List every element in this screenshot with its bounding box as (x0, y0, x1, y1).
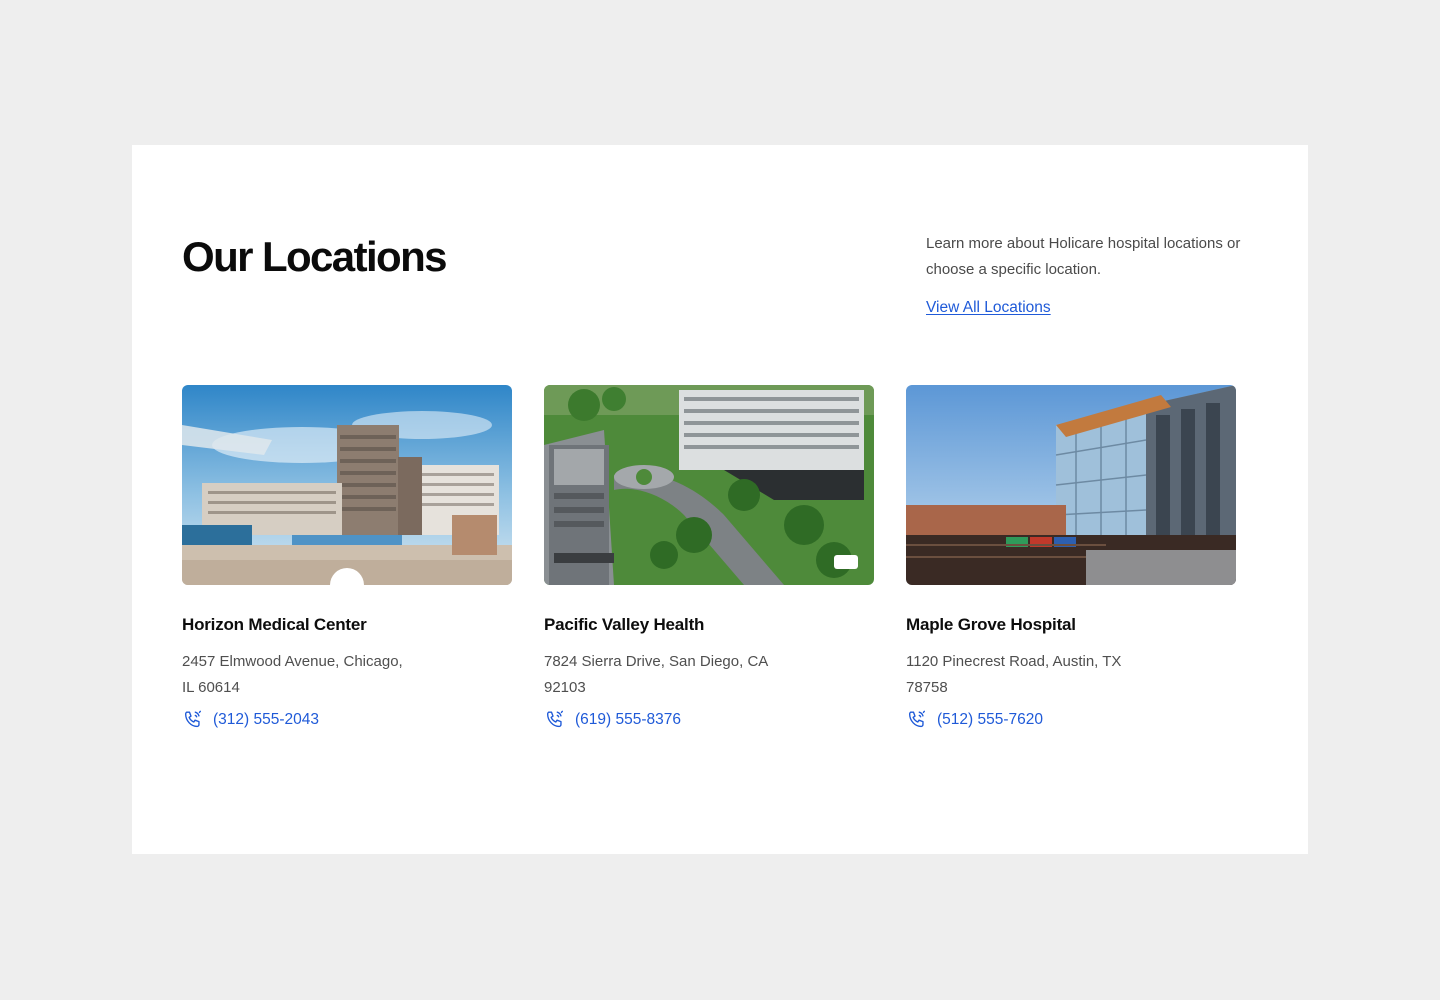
location-cards: Horizon Medical Center 2457 Elmwood Aven… (182, 385, 1236, 731)
hospital-photo-maple (906, 385, 1236, 585)
location-name: Maple Grove Hospital (906, 615, 1076, 634)
location-address: 2457 Elmwood Avenue, Chicago, IL 60614 (182, 653, 403, 696)
location-address: 7824 Sierra Drive, San Diego, CA 92103 (544, 653, 768, 696)
phone-number: (312) 555-2043 (213, 711, 319, 728)
phone-link[interactable]: (619) 555-8376 (544, 709, 874, 731)
phone-icon (546, 710, 564, 728)
location-name: Horizon Medical Center (182, 615, 367, 634)
hospital-photo-pacific (544, 385, 874, 585)
location-image[interactable] (906, 385, 1236, 585)
phone-icon (908, 710, 926, 728)
view-all-locations-link[interactable]: View All Locations (926, 299, 1051, 317)
location-card-horizon[interactable]: Horizon Medical Center 2457 Elmwood Aven… (182, 385, 512, 731)
location-name: Pacific Valley Health (544, 615, 705, 634)
location-image[interactable] (544, 385, 874, 585)
location-image[interactable] (182, 385, 512, 585)
location-address: 1120 Pinecrest Road, Austin, TX 78758 (906, 653, 1122, 696)
hospital-photo-horizon (182, 385, 512, 585)
intro-text: Learn more about Holicare hospital locat… (926, 235, 1241, 278)
section-intro: Learn more about Holicare hospital locat… (926, 231, 1276, 317)
phone-number: (512) 555-7620 (937, 711, 1043, 728)
locations-section: Our Locations Learn more about Holicare … (132, 145, 1308, 854)
phone-link[interactable]: (512) 555-7620 (906, 709, 1236, 731)
location-card-pacific[interactable]: Pacific Valley Health 7824 Sierra Drive,… (544, 385, 874, 731)
phone-link[interactable]: (312) 555-2043 (182, 709, 512, 731)
phone-icon (184, 710, 202, 728)
location-card-maple[interactable]: Maple Grove Hospital 1120 Pinecrest Road… (906, 385, 1236, 731)
phone-number: (619) 555-8376 (575, 711, 681, 728)
section-title: Our Locations (182, 233, 447, 280)
